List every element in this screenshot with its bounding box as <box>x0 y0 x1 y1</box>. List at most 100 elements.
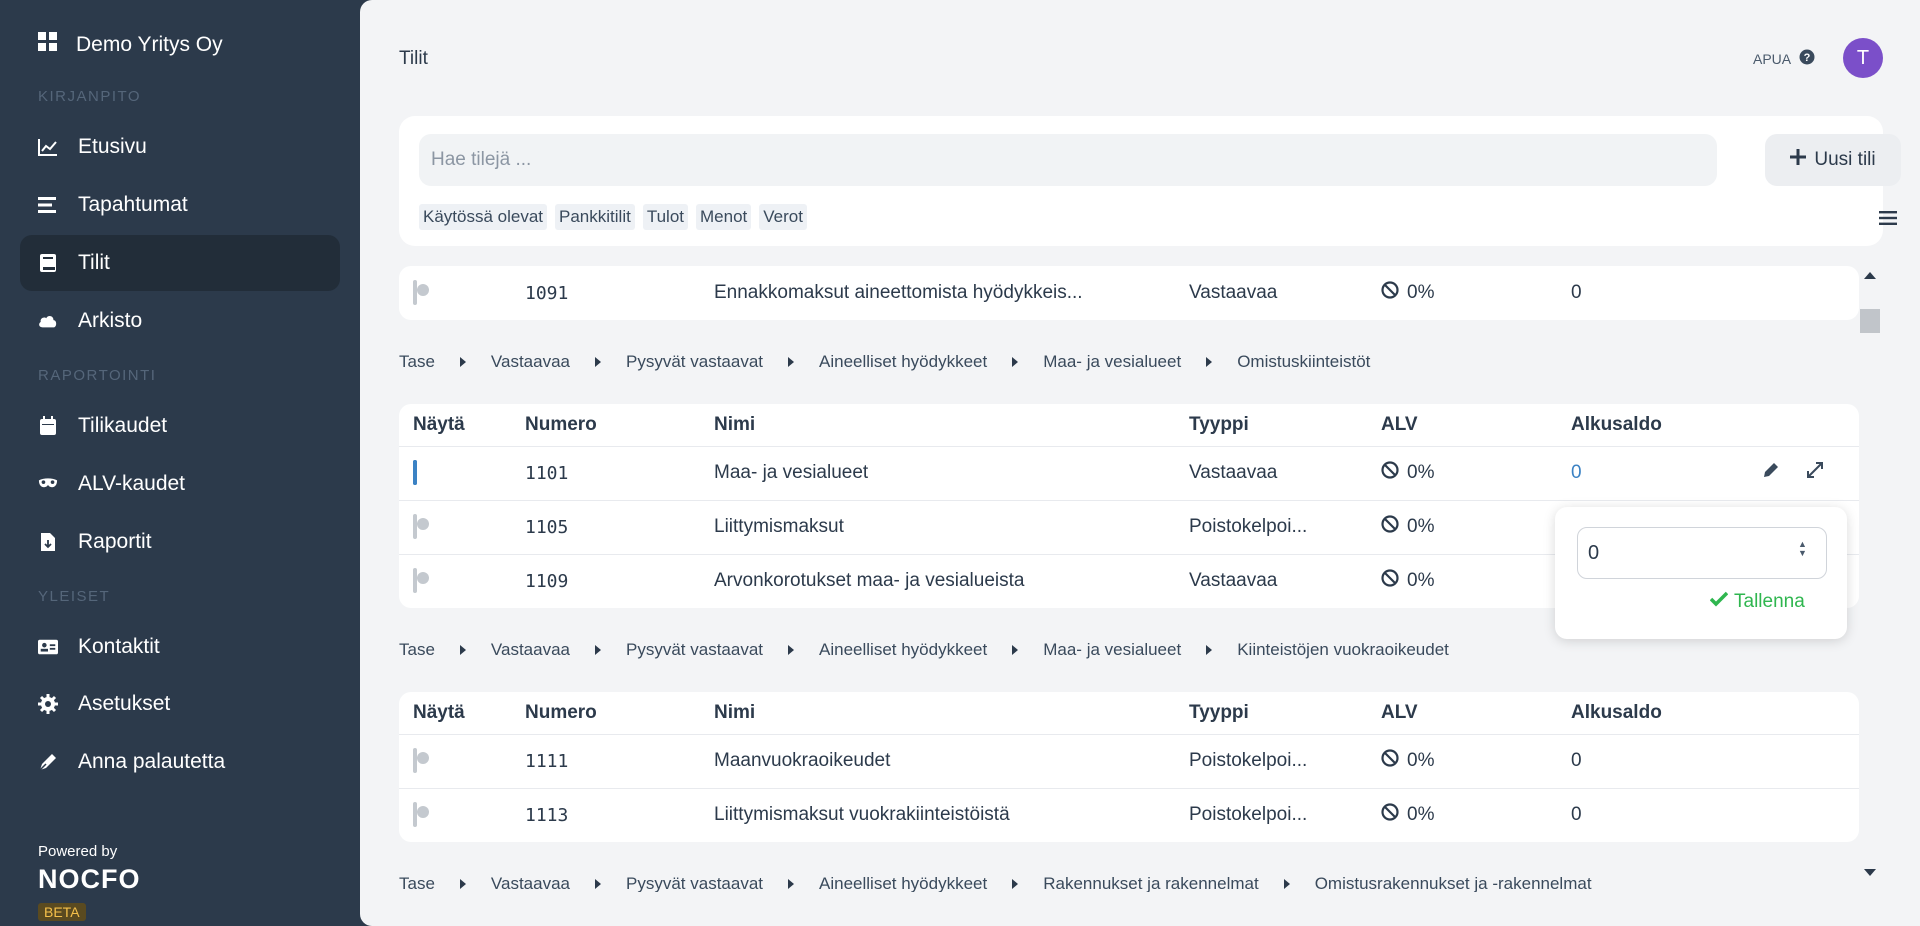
col-show: Näytä <box>413 414 465 435</box>
sidebar-item-label: Anna palautetta <box>78 750 226 773</box>
col-number: Numero <box>525 702 597 723</box>
show-toggle[interactable] <box>413 802 417 827</box>
sidebar-item-arkisto[interactable]: Arkisto <box>20 293 340 349</box>
col-vat: ALV <box>1381 414 1418 435</box>
sidebar-item-tapahtumat[interactable]: Tapahtumat <box>20 177 340 233</box>
breadcrumb-item: Pysyvät vastaavat <box>626 640 764 659</box>
calendar-icon <box>38 416 58 436</box>
breadcrumb: Tase Vastaavaa Pysyvät vastaavat Aineell… <box>399 874 1592 892</box>
pen-icon <box>38 752 58 772</box>
sidebar-item-asetukset[interactable]: Asetukset <box>20 676 340 732</box>
table-row[interactable]: ✔ 1101 Maa- ja vesialueet Vastaavaa 0% 0 <box>399 446 1859 500</box>
sidebar-item-alvkaudet[interactable]: ALV-kaudet <box>20 456 340 512</box>
vat-value: 0% <box>1407 570 1435 591</box>
help-link[interactable]: APUA ? <box>1753 49 1815 68</box>
search-input[interactable] <box>419 134 1717 186</box>
show-toggle[interactable] <box>413 280 417 305</box>
list-lines-icon <box>38 195 58 215</box>
breadcrumb-item: Tase <box>399 352 435 371</box>
sidebar-item-label: Etusivu <box>78 135 147 158</box>
table-row[interactable]: 1113 Liittymismaksut vuokrakiinteistöist… <box>399 788 1859 842</box>
account-type: Vastaavaa <box>1189 282 1278 303</box>
ban-icon <box>1381 803 1399 827</box>
vat-cell: 0% <box>1381 803 1434 827</box>
ban-icon <box>1381 749 1399 773</box>
table-header: Näytä Numero Nimi Tyyppi ALV Alkusaldo <box>399 404 1859 446</box>
sidebar-item-kontaktit[interactable]: Kontaktit <box>20 619 340 675</box>
new-account-button[interactable]: Uusi tili <box>1765 134 1901 186</box>
breadcrumb: Tase Vastaavaa Pysyvät vastaavat Aineell… <box>399 640 1449 660</box>
breadcrumb-item: Vastaavaa <box>490 352 570 371</box>
save-button[interactable]: Tallenna <box>1709 591 1805 613</box>
vat-value: 0% <box>1407 282 1435 303</box>
filter-tulot[interactable]: Tulot <box>642 204 688 230</box>
number-stepper-icon[interactable]: ▲ ▼ <box>1798 540 1810 558</box>
table-row[interactable]: 1111 Maanvuokraoikeudet Poistokelpoi... … <box>399 734 1859 788</box>
breadcrumb-item: Aineelliset hyödykkeet <box>819 352 988 371</box>
cloud-icon <box>38 311 58 331</box>
sidebar-item-label: Kontaktit <box>78 635 160 658</box>
filter-verot[interactable]: Verot <box>759 204 807 230</box>
show-toggle[interactable] <box>413 514 417 539</box>
account-number: 1113 <box>525 804 569 826</box>
account-name: Liittymismaksut <box>714 516 844 537</box>
help-label: APUA <box>1753 50 1792 67</box>
show-toggle[interactable] <box>413 748 417 773</box>
breadcrumb-item: Maa- ja vesialueet <box>1043 352 1182 371</box>
sidebar-item-tilit[interactable]: Tilit <box>20 235 340 291</box>
check-icon: ✔ <box>419 464 429 476</box>
sidebar-item-label: Tilit <box>78 251 110 274</box>
breadcrumb-item: Aineelliset hyödykkeet <box>819 874 988 892</box>
edit-icon[interactable] <box>1762 461 1780 485</box>
nocfo-logo: NOCFO <box>38 864 141 894</box>
sidebar-item-palaute[interactable]: Anna palautetta <box>20 734 340 790</box>
scroll-down-arrow[interactable] <box>1864 869 1876 876</box>
section-kirjanpito: KIRJANPITO <box>38 88 142 105</box>
col-name: Nimi <box>714 414 756 435</box>
breadcrumb-item: Tase <box>399 640 435 659</box>
filter-pankkitilit[interactable]: Pankkitilit <box>555 204 635 230</box>
sidebar-item-tilikaudet[interactable]: Tilikaudet <box>20 398 340 454</box>
col-opening: Alkusaldo <box>1571 702 1662 723</box>
account-table: 1091 Ennakkomaksut aineettomista hyödykk… <box>399 266 1859 320</box>
scroll-up-arrow[interactable] <box>1864 272 1876 279</box>
scrollbar-thumb[interactable] <box>1860 309 1880 333</box>
breadcrumb-item: Rakennukset ja rakennelmat <box>1043 874 1259 892</box>
filter-chips: Käytössä olevat Pankkitilit Tulot Menot … <box>419 204 807 230</box>
filter-kaytossa[interactable]: Käytössä olevat <box>419 204 548 230</box>
sidebar-item-label: ALV-kaudet <box>78 472 186 495</box>
page-title: Tilit <box>399 48 428 69</box>
list-view-icon[interactable] <box>1879 210 1897 231</box>
company-switcher[interactable]: Demo Yritys Oy <box>38 32 223 58</box>
vat-value: 0% <box>1407 804 1435 825</box>
vat-value: 0% <box>1407 750 1435 771</box>
account-type: Poistokelpoi... <box>1189 516 1308 537</box>
ban-icon <box>1381 461 1399 485</box>
book-icon <box>38 253 58 273</box>
opening-balance-input[interactable] <box>1577 527 1827 579</box>
sidebar: Demo Yritys Oy KIRJANPITO Etusivu Tapaht… <box>0 0 360 926</box>
sidebar-item-etusivu[interactable]: Etusivu <box>20 119 340 175</box>
sidebar-item-label: Arkisto <box>78 309 143 332</box>
table-row[interactable]: 1091 Ennakkomaksut aineettomista hyödykk… <box>399 266 1859 320</box>
avatar[interactable]: T <box>1843 38 1883 78</box>
show-toggle[interactable]: ✔ <box>413 460 428 485</box>
opening-balance: 0 <box>1571 282 1582 303</box>
expand-icon[interactable] <box>1806 461 1824 485</box>
question-circle-icon: ? <box>1799 49 1815 68</box>
col-type: Tyyppi <box>1189 702 1249 723</box>
opening-balance: 0 <box>1571 804 1582 825</box>
breadcrumb-item: Tase <box>399 874 435 892</box>
breadcrumb: Tase Vastaavaa Pysyvät vastaavat Aineell… <box>399 352 1370 372</box>
new-account-label: Uusi tili <box>1814 149 1876 170</box>
account-number: 1105 <box>525 516 569 538</box>
sidebar-item-raportit[interactable]: Raportit <box>20 514 340 570</box>
show-toggle[interactable] <box>413 568 417 593</box>
ban-icon <box>1381 569 1399 593</box>
breadcrumb-item: Aineelliset hyödykkeet <box>819 640 988 659</box>
account-name: Arvonkorotukset maa- ja vesialueista <box>714 570 1025 591</box>
opening-balance-link[interactable]: 0 <box>1571 462 1582 484</box>
breadcrumb-item: Maa- ja vesialueet <box>1043 640 1182 659</box>
filter-menot[interactable]: Menot <box>696 204 752 230</box>
breadcrumb-item: Vastaavaa <box>490 874 570 892</box>
